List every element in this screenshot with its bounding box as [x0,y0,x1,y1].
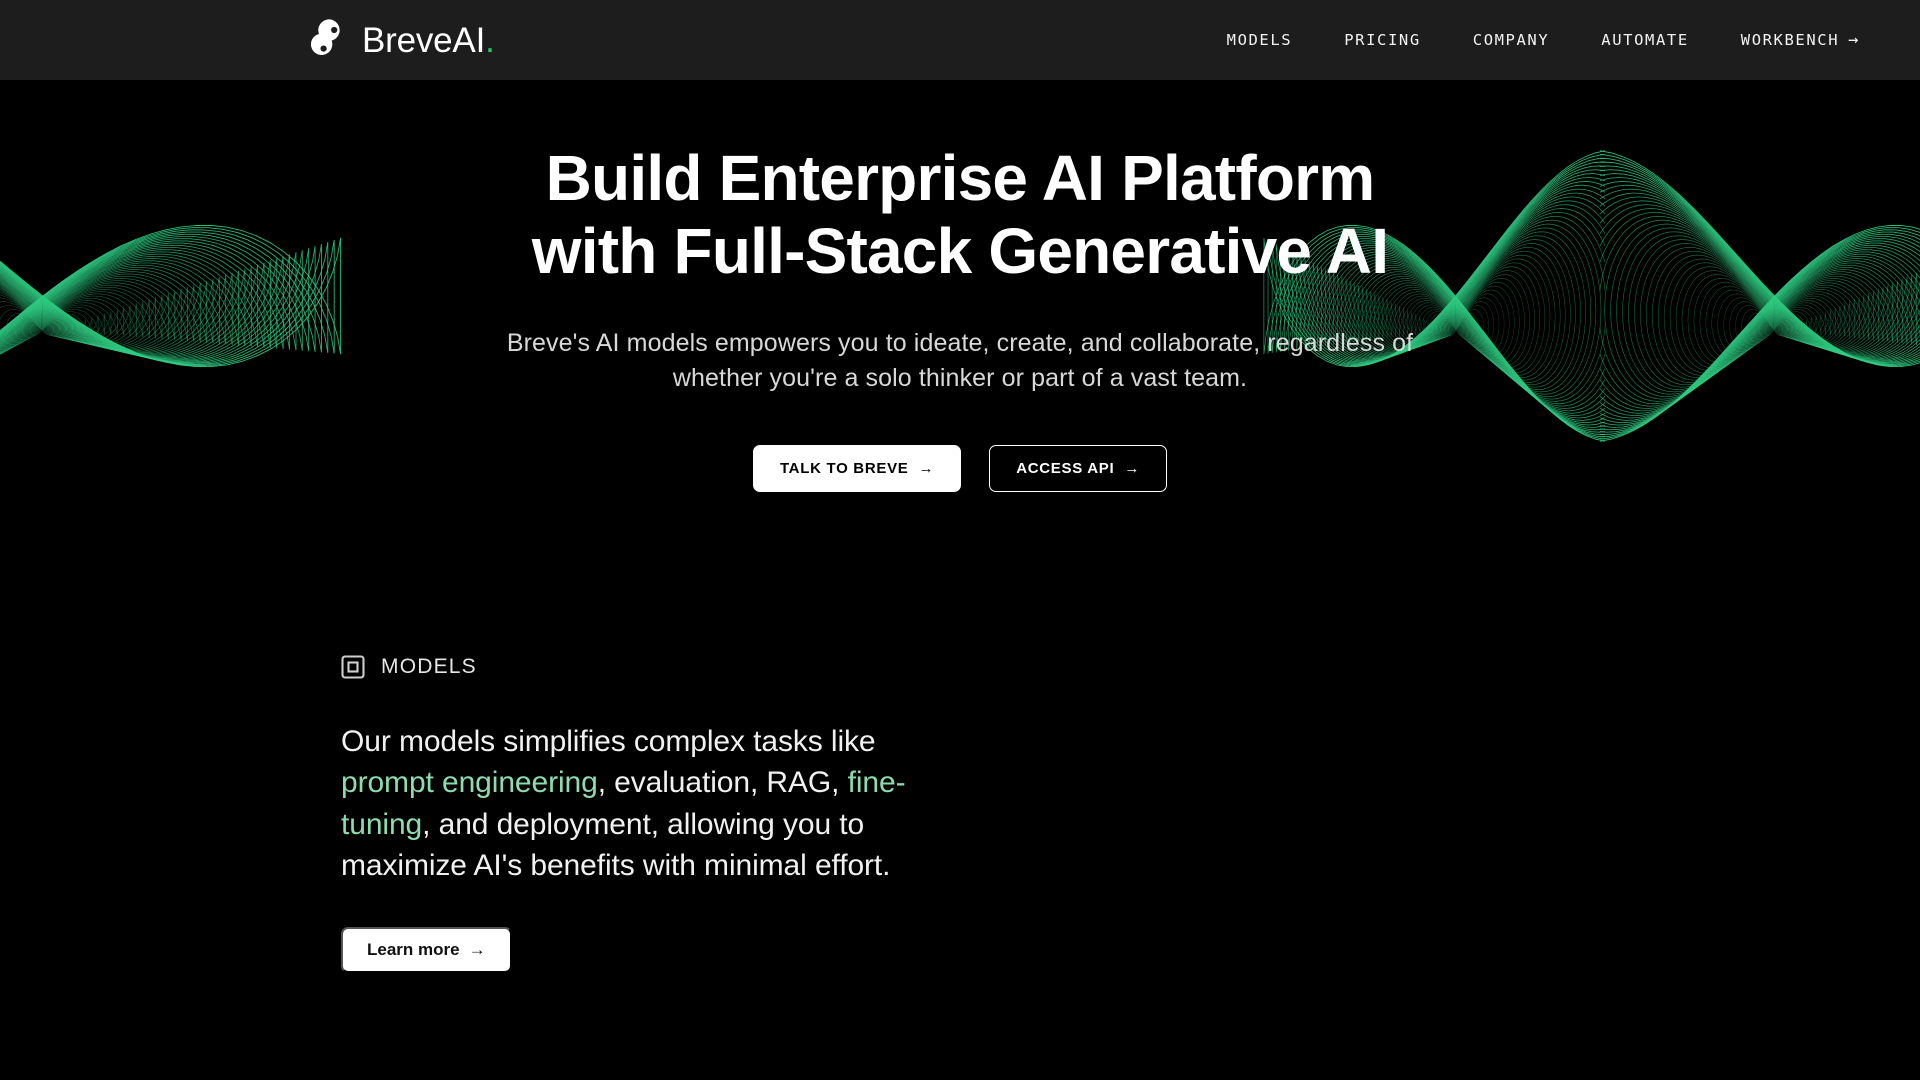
nav-item-workbench[interactable]: WORKBENCH → [1741,31,1860,49]
models-text-column: MODELS Our models simplifies complex tas… [341,655,961,973]
models-paragraph: Our models simplifies complex tasks like… [341,721,921,887]
hero-subtitle-line-1: Breve's AI models empowers you to ideate… [506,328,1414,357]
square-in-square-icon [341,655,365,679]
main-navigation: MODELS PRICING COMPANY AUTOMATE WORKBENC… [1227,31,1860,49]
nav-item-pricing[interactable]: PRICING [1344,31,1421,49]
page-root: BreveAI. MODELS PRICING COMPANY AUTOMATE… [0,0,1920,1080]
site-header: BreveAI. MODELS PRICING COMPANY AUTOMATE… [0,0,1920,80]
brand-logo[interactable]: BreveAI. [306,17,495,63]
arrow-right-icon: → [1124,459,1141,477]
button-label: TALK TO BREVE [779,459,909,477]
paragraph-highlight-prompt-engineering: prompt engineering [341,766,598,800]
hero-title: Build Enterprise AI Platform with Full-S… [531,142,1389,288]
nav-label: AUTOMATE [1601,31,1689,49]
arrow-right-icon: → [918,459,935,477]
hero-subtitle: Breve's AI models empowers you to ideate… [507,326,1413,397]
hero-title-line-2: with Full-Stack Generative AI [531,214,1389,287]
talk-to-breve-button[interactable]: TALK TO BREVE → [752,444,962,492]
nav-label: PRICING [1344,31,1421,49]
brand-accent-dot: . [485,20,495,60]
nav-label: MODELS [1226,31,1293,49]
models-eyebrow: MODELS [341,655,961,679]
button-label: ACCESS API [1016,459,1115,477]
nav-label: WORKBENCH [1740,31,1840,49]
breve-double-circle-logo-icon [306,17,352,63]
hero-title-line-1: Build Enterprise AI Platform [545,142,1376,214]
models-eyebrow-label: MODELS [381,655,477,678]
hero-subtitle-line-2: whether you're a solo thinker or part of… [672,364,1248,393]
paragraph-part-3: , and deployment, allowing you to maximi… [341,807,891,883]
hero-section: Build Enterprise AI Platform with Full-S… [0,80,1920,610]
paragraph-part-1: Our models simplifies complex tasks like [341,725,876,758]
nav-item-automate[interactable]: AUTOMATE [1601,31,1688,49]
hero-content: Build Enterprise AI Platform with Full-S… [0,80,1920,610]
nav-item-company[interactable]: COMPANY [1473,31,1550,49]
nav-label: COMPANY [1472,31,1550,49]
learn-more-button[interactable]: Learn more → [341,926,512,973]
models-section: MODELS Our models simplifies complex tas… [0,620,1920,1080]
arrow-right-icon: → [1848,29,1860,50]
access-api-button[interactable]: ACCESS API → [989,444,1168,492]
hero-cta-group: TALK TO BREVE → ACCESS API → [752,444,1168,492]
brand-name: BreveAI. [362,20,495,60]
button-label: Learn more [367,939,460,959]
arrow-right-icon: → [468,939,486,959]
nav-item-models[interactable]: MODELS [1227,31,1293,49]
paragraph-part-2: , evaluation, RAG, [597,766,848,800]
